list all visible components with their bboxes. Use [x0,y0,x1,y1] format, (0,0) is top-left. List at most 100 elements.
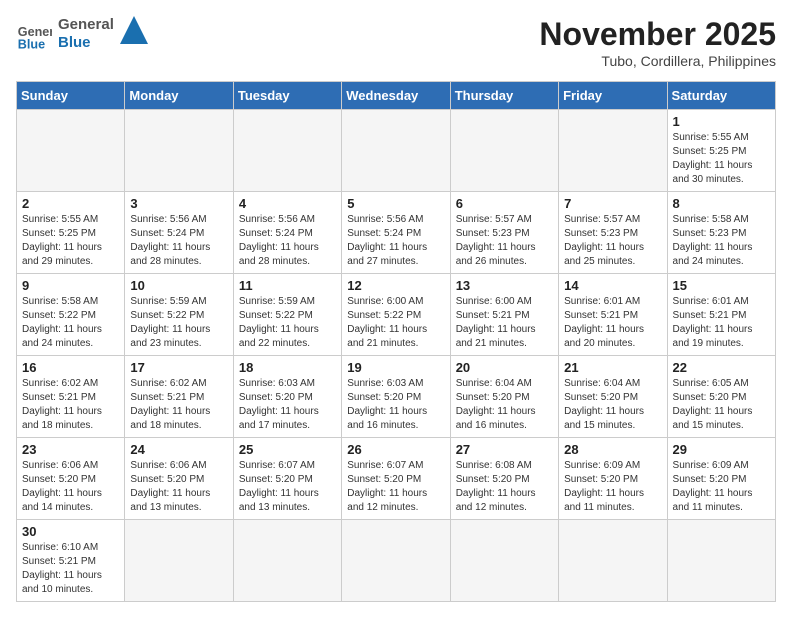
calendar-cell [125,110,233,192]
weekday-header-friday: Friday [559,82,667,110]
calendar-cell: 8Sunrise: 5:58 AM Sunset: 5:23 PM Daylig… [667,192,775,274]
calendar-cell [450,110,558,192]
weekday-header-wednesday: Wednesday [342,82,450,110]
calendar-cell: 19Sunrise: 6:03 AM Sunset: 5:20 PM Dayli… [342,356,450,438]
day-number: 5 [347,196,444,211]
day-info: Sunrise: 5:58 AM Sunset: 5:22 PM Dayligh… [22,295,119,351]
day-info: Sunrise: 6:07 AM Sunset: 5:20 PM Dayligh… [239,459,336,515]
day-number: 8 [673,196,770,211]
calendar-cell: 9Sunrise: 5:58 AM Sunset: 5:22 PM Daylig… [17,274,125,356]
calendar-cell: 10Sunrise: 5:59 AM Sunset: 5:22 PM Dayli… [125,274,233,356]
day-number: 1 [673,114,770,129]
calendar-week-row: 2Sunrise: 5:55 AM Sunset: 5:25 PM Daylig… [17,192,776,274]
day-info: Sunrise: 6:04 AM Sunset: 5:20 PM Dayligh… [564,377,661,433]
day-info: Sunrise: 6:01 AM Sunset: 5:21 PM Dayligh… [673,295,770,351]
day-number: 24 [130,442,227,457]
calendar-header-row: SundayMondayTuesdayWednesdayThursdayFrid… [17,82,776,110]
calendar-cell: 14Sunrise: 6:01 AM Sunset: 5:21 PM Dayli… [559,274,667,356]
day-number: 12 [347,278,444,293]
weekday-header-thursday: Thursday [450,82,558,110]
calendar-cell: 26Sunrise: 6:07 AM Sunset: 5:20 PM Dayli… [342,438,450,520]
day-info: Sunrise: 5:59 AM Sunset: 5:22 PM Dayligh… [130,295,227,351]
calendar-cell: 7 Sunrise: 5:57 AM Sunset: 5:23 PM Daylig… [559,192,667,274]
day-number: 20 [456,360,553,375]
day-info: Sunrise: 6:10 AM Sunset: 5:21 PM Dayligh… [22,541,119,597]
calendar-cell: 3 Sunrise: 5:56 AM Sunset: 5:24 PM Daylig… [125,192,233,274]
calendar-cell [233,520,341,602]
day-number: 23 [22,442,119,457]
calendar-cell [17,110,125,192]
calendar-cell [233,110,341,192]
page-header: General Blue General Blue November 2025 … [16,16,776,69]
day-number: 3 [130,196,227,211]
month-title: November 2025 [539,16,776,53]
day-number: 2 [22,196,119,211]
day-number: 27 [456,442,553,457]
title-block: November 2025 Tubo, Cordillera, Philippi… [539,16,776,69]
calendar-cell: 2Sunrise: 5:55 AM Sunset: 5:25 PM Daylig… [17,192,125,274]
day-number: 11 [239,278,336,293]
day-info: Sunrise: 6:00 AM Sunset: 5:21 PM Dayligh… [456,295,553,351]
calendar-cell: 11 Sunrise: 5:59 AM Sunset: 5:22 PM Dayli… [233,274,341,356]
day-info: Sunrise: 5:59 AM Sunset: 5:22 PM Dayligh… [239,295,336,351]
calendar-cell [342,520,450,602]
calendar-week-row: 23 Sunrise: 6:06 AM Sunset: 5:20 PM Dayli… [17,438,776,520]
day-info: Sunrise: 6:08 AM Sunset: 5:20 PM Dayligh… [456,459,553,515]
weekday-header-tuesday: Tuesday [233,82,341,110]
day-info: Sunrise: 5:56 AM Sunset: 5:24 PM Dayligh… [239,213,336,269]
calendar-cell [559,520,667,602]
calendar-cell [450,520,558,602]
calendar-cell: 4 Sunrise: 5:56 AM Sunset: 5:24 PM Daylig… [233,192,341,274]
day-number: 4 [239,196,336,211]
day-info: Sunrise: 6:06 AM Sunset: 5:20 PM Dayligh… [22,459,119,515]
calendar-cell: 27 Sunrise: 6:08 AM Sunset: 5:20 PM Dayli… [450,438,558,520]
day-info: Sunrise: 6:05 AM Sunset: 5:20 PM Dayligh… [673,377,770,433]
day-info: Sunrise: 5:56 AM Sunset: 5:24 PM Dayligh… [130,213,227,269]
calendar-week-row: 9Sunrise: 5:58 AM Sunset: 5:22 PM Daylig… [17,274,776,356]
day-number: 7 [564,196,661,211]
day-number: 14 [564,278,661,293]
day-info: Sunrise: 6:04 AM Sunset: 5:20 PM Dayligh… [456,377,553,433]
day-info: Sunrise: 6:07 AM Sunset: 5:20 PM Dayligh… [347,459,444,515]
day-info: Sunrise: 5:57 AM Sunset: 5:23 PM Dayligh… [456,213,553,269]
logo-triangle-icon [120,16,148,44]
weekday-header-monday: Monday [125,82,233,110]
day-number: 28 [564,442,661,457]
day-info: Sunrise: 6:03 AM Sunset: 5:20 PM Dayligh… [347,377,444,433]
calendar-cell: 5 Sunrise: 5:56 AM Sunset: 5:24 PM Daylig… [342,192,450,274]
calendar-cell: 1 Sunrise: 5:55 AM Sunset: 5:25 PM Daylig… [667,110,775,192]
day-number: 15 [673,278,770,293]
weekday-header-saturday: Saturday [667,82,775,110]
calendar-table: SundayMondayTuesdayWednesdayThursdayFrid… [16,81,776,602]
calendar-week-row: 1 Sunrise: 5:55 AM Sunset: 5:25 PM Daylig… [17,110,776,192]
day-info: Sunrise: 6:06 AM Sunset: 5:20 PM Dayligh… [130,459,227,515]
calendar-cell: 18Sunrise: 6:03 AM Sunset: 5:20 PM Dayli… [233,356,341,438]
weekday-header-sunday: Sunday [17,82,125,110]
location-text: Tubo, Cordillera, Philippines [539,53,776,69]
day-info: Sunrise: 6:09 AM Sunset: 5:20 PM Dayligh… [564,459,661,515]
calendar-cell: 25Sunrise: 6:07 AM Sunset: 5:20 PM Dayli… [233,438,341,520]
calendar-cell [342,110,450,192]
logo-general-text: General [58,16,114,34]
calendar-cell: 17Sunrise: 6:02 AM Sunset: 5:21 PM Dayli… [125,356,233,438]
day-info: Sunrise: 6:09 AM Sunset: 5:20 PM Dayligh… [673,459,770,515]
day-number: 30 [22,524,119,539]
day-number: 17 [130,360,227,375]
calendar-cell: 15 Sunrise: 6:01 AM Sunset: 5:21 PM Dayli… [667,274,775,356]
day-info: Sunrise: 6:00 AM Sunset: 5:22 PM Dayligh… [347,295,444,351]
day-info: Sunrise: 5:56 AM Sunset: 5:24 PM Dayligh… [347,213,444,269]
logo-icon: General Blue [16,16,52,52]
calendar-cell: 6Sunrise: 5:57 AM Sunset: 5:23 PM Daylig… [450,192,558,274]
day-number: 21 [564,360,661,375]
calendar-week-row: 30 Sunrise: 6:10 AM Sunset: 5:21 PM Dayli… [17,520,776,602]
day-info: Sunrise: 5:55 AM Sunset: 5:25 PM Dayligh… [673,131,770,187]
calendar-cell: 21 Sunrise: 6:04 AM Sunset: 5:20 PM Dayli… [559,356,667,438]
calendar-cell: 16 Sunrise: 6:02 AM Sunset: 5:21 PM Dayli… [17,356,125,438]
day-number: 29 [673,442,770,457]
day-info: Sunrise: 6:02 AM Sunset: 5:21 PM Dayligh… [22,377,119,433]
calendar-cell [667,520,775,602]
day-number: 18 [239,360,336,375]
day-number: 16 [22,360,119,375]
day-info: Sunrise: 5:57 AM Sunset: 5:23 PM Dayligh… [564,213,661,269]
calendar-cell: 22Sunrise: 6:05 AM Sunset: 5:20 PM Dayli… [667,356,775,438]
